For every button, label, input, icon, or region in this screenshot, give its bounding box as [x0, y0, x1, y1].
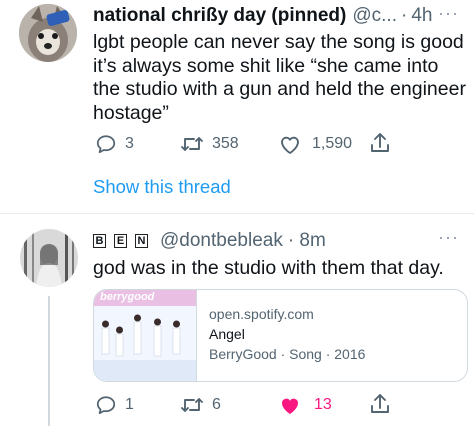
tweet1-text-line: lgbt people can never say the song is go…	[93, 31, 464, 53]
tweet2-text: god was in the studio with them that day…	[93, 257, 444, 279]
reply-icon	[96, 135, 116, 154]
name-letter-box: E	[114, 234, 127, 248]
avatar-national-chrissy[interactable]	[19, 4, 77, 62]
heart-filled-icon	[282, 398, 298, 414]
tweet1-share-button[interactable]	[369, 131, 391, 155]
name-letter-box: N	[135, 234, 148, 248]
tweet2-header: B E N @dontbebleak · 8m	[93, 230, 326, 252]
tweet2-like-count: 13	[314, 396, 332, 413]
tweet1-reply-button[interactable]: 3	[95, 133, 134, 155]
album-art-thumbnail: berrygood	[94, 290, 197, 381]
retweet-icon	[181, 398, 203, 412]
reply-icon	[96, 396, 116, 415]
avatar-dog-image	[19, 4, 77, 62]
tweet1-text-line: it’s always some shit like “she came int…	[93, 54, 439, 77]
card-domain: open.spotify.com	[209, 306, 314, 322]
tweet1-reply-count: 3	[125, 135, 134, 152]
tweet1-text-line: hostage”	[93, 101, 169, 124]
tweet1-retweet-button[interactable]: 358	[180, 133, 239, 155]
avatar-forest-image	[20, 229, 78, 287]
tweet1-like-button[interactable]: 1,590	[278, 133, 352, 155]
tweet2-reply-count: 1	[125, 396, 134, 413]
tweet2-share-button[interactable]	[369, 392, 391, 416]
tweet2-retweet-count: 6	[212, 396, 221, 413]
tweet2-handle[interactable]: @dontbebleak	[160, 230, 283, 252]
tweet2-retweet-button[interactable]: 6	[180, 394, 221, 416]
card-subtitle: BerryGood · Song · 2016	[209, 346, 366, 362]
share-icon	[371, 133, 389, 152]
tweet1-handle[interactable]: @c...	[352, 5, 397, 27]
tweet1-text-line: the studio with a gun and held the engin…	[93, 78, 466, 100]
avatar-dontbebleak[interactable]	[20, 229, 78, 287]
album-art-image	[94, 290, 196, 381]
card-text-block: open.spotify.com Angel BerryGood · Song …	[197, 290, 365, 381]
tweet1-more-icon[interactable]: ···	[438, 3, 459, 24]
tweet1-display-name[interactable]: national chrißy day (pinned)	[93, 5, 346, 27]
tweet2-like-button[interactable]: 13	[278, 394, 332, 416]
retweet-icon	[181, 137, 203, 151]
thread-connector-line	[48, 296, 50, 426]
tweet1-like-count: 1,590	[312, 135, 353, 152]
tweet2-reply-button[interactable]: 1	[95, 394, 134, 416]
card-title: Angel	[209, 326, 245, 342]
tweet2-more-icon[interactable]: ···	[438, 227, 459, 248]
share-icon	[371, 394, 389, 413]
tweet-divider	[0, 213, 474, 214]
tweet1-timestamp[interactable]: 4h	[411, 5, 432, 27]
tweet1-header: national chrißy day (pinned) @c... · 4h	[93, 5, 433, 27]
spotify-link-card[interactable]: berrygood open.spotify.com Angel BerryGo…	[93, 289, 468, 382]
show-this-thread-link[interactable]: Show this thread	[93, 176, 231, 198]
name-letter-box: B	[93, 234, 106, 248]
berrygood-logo: berrygood	[100, 291, 155, 303]
tweet2-timestamp[interactable]: · 8m	[288, 230, 326, 252]
tweet1-retweet-count: 358	[212, 135, 239, 152]
heart-icon	[281, 136, 299, 154]
tweet1-text: lgbt people can never say the song is go…	[93, 31, 468, 125]
